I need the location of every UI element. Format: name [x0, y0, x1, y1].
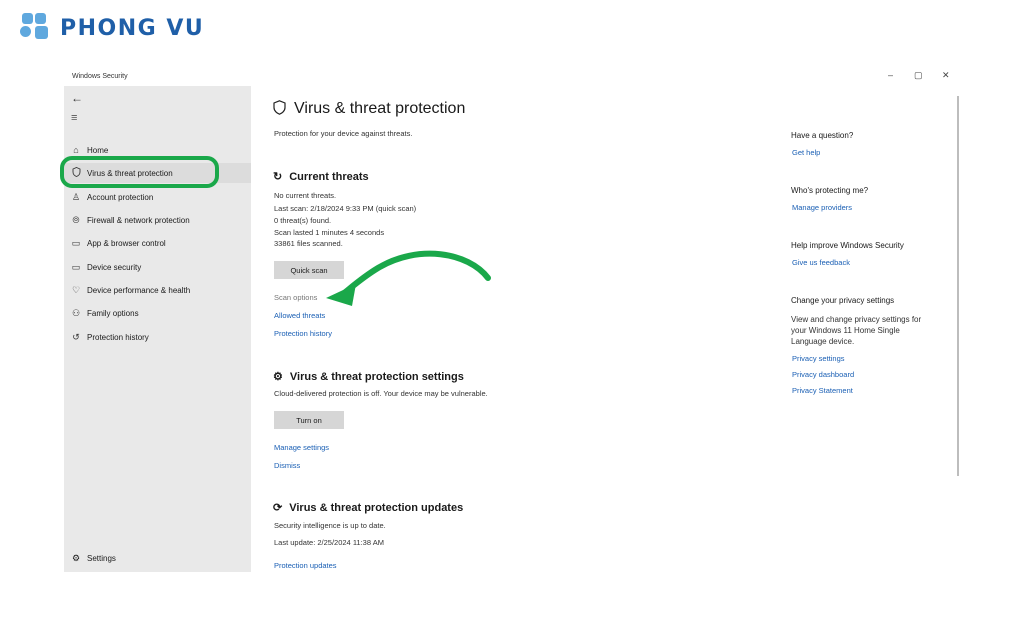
scan-duration-line: Scan lasted 1 minutes 4 seconds	[274, 228, 385, 237]
manage-settings-link[interactable]: Manage settings	[274, 443, 329, 452]
close-button[interactable]: ✕	[942, 70, 950, 81]
sidebar-item-label: Device performance & health	[87, 285, 191, 295]
sidebar-item-device-security[interactable]: ▭ Device security	[64, 257, 251, 277]
gear-icon: ⚙	[71, 552, 81, 563]
logo-mark-icon	[20, 12, 56, 46]
page-title: Virus & threat protection	[273, 100, 465, 118]
current-threats-heading: ↻ Current threats	[273, 170, 369, 184]
vertical-scrollbar[interactable]	[957, 96, 959, 476]
back-arrow-icon[interactable]: ←	[71, 91, 83, 105]
sidebar-item-label: Family options	[87, 308, 139, 318]
allowed-threats-link[interactable]: Allowed threats	[274, 311, 325, 320]
protection-updates-link[interactable]: Protection updates	[274, 561, 337, 570]
last-scan-line: Last scan: 2/18/2024 9:33 PM (quick scan…	[274, 204, 417, 213]
window-title: Windows Security	[72, 73, 128, 80]
protection-settings-heading: ⚙ Virus & threat protection settings	[273, 370, 464, 384]
shield-icon	[273, 100, 286, 118]
threats-found-line: 0 threat(s) found.	[274, 216, 332, 225]
logo-text: PHONG VU	[60, 16, 205, 41]
improve-heading: Help improve Windows Security	[791, 241, 904, 250]
home-icon: ⌂	[73, 145, 79, 155]
sidebar-item-label: Settings	[87, 553, 116, 563]
laptop-icon: ▭	[71, 261, 81, 272]
sidebar-item-label: App & browser control	[87, 238, 166, 248]
protection-updates-heading: ⟳ Virus & threat protection updates	[273, 501, 464, 515]
sidebar-item-settings[interactable]: ⚙ Settings	[64, 550, 251, 566]
sidebar-item-label: Home	[87, 145, 109, 155]
protection-updates-heading-text: Virus & threat protection updates	[289, 501, 464, 514]
sidebar-item-family-options[interactable]: ⚇ Family options	[64, 303, 251, 323]
privacy-heading: Change your privacy settings	[791, 296, 895, 305]
threat-status-line: No current threats.	[274, 191, 337, 200]
dismiss-link[interactable]: Dismiss	[274, 461, 300, 470]
heart-icon: ♡	[71, 284, 81, 295]
privacy-settings-link[interactable]: Privacy settings	[792, 354, 845, 363]
family-icon: ⚇	[71, 307, 81, 318]
restore-button[interactable]: ▢	[914, 70, 923, 81]
minimize-button[interactable]: –	[888, 70, 893, 80]
sidebar-item-label: Firewall & network protection	[87, 215, 190, 225]
privacy-statement-link[interactable]: Privacy Statement	[792, 386, 853, 395]
get-help-link[interactable]: Get help	[792, 148, 820, 157]
sidebar-item-firewall[interactable]: ⦾ Firewall & network protection	[64, 210, 251, 230]
sidebar-item-protection-history[interactable]: ↺ Protection history	[64, 327, 251, 347]
page-subtitle: Protection for your device against threa…	[274, 129, 413, 138]
current-threats-heading-text: Current threats	[289, 170, 369, 183]
sync-icon: ⟳	[273, 502, 283, 514]
sidebar-item-account-protection[interactable]: ♙ Account protection	[64, 187, 251, 207]
cloud-protection-status: Cloud-delivered protection is off. Your …	[274, 389, 488, 398]
protection-history-link[interactable]: Protection history	[274, 329, 332, 338]
privacy-description: View and change privacy settings for you…	[791, 315, 922, 346]
protection-settings-heading-text: Virus & threat protection settings	[289, 370, 464, 383]
help-heading: Have a question?	[791, 131, 854, 140]
sidebar-item-label: Device security	[87, 262, 142, 272]
highlight-annotation	[60, 156, 219, 188]
protecting-heading: Who's protecting me?	[791, 186, 869, 195]
window-icon: ▭	[71, 237, 81, 248]
gear-shield-icon: ⚙	[273, 371, 283, 383]
manage-providers-link[interactable]: Manage providers	[792, 203, 852, 212]
history-icon: ↺	[72, 331, 80, 342]
wifi-icon: ⦾	[72, 214, 80, 225]
hamburger-menu-icon[interactable]: ≡	[71, 112, 77, 124]
sidebar-item-label: Account protection	[87, 192, 154, 202]
scan-options-link[interactable]: Scan options	[274, 293, 317, 302]
sidebar-item-app-browser-control[interactable]: ▭ App & browser control	[64, 233, 251, 253]
arrow-annotation	[326, 250, 491, 306]
intelligence-status: Security intelligence is up to date.	[274, 521, 386, 530]
person-icon: ♙	[71, 191, 81, 202]
turn-on-button[interactable]: Turn on	[274, 411, 344, 429]
refresh-clock-icon: ↻	[273, 171, 283, 183]
sidebar-item-device-performance[interactable]: ♡ Device performance & health	[64, 280, 251, 300]
privacy-dashboard-link[interactable]: Privacy dashboard	[792, 370, 854, 379]
sidebar-item-label: Protection history	[87, 332, 149, 342]
page-title-text: Virus & threat protection	[294, 100, 466, 117]
give-feedback-link[interactable]: Give us feedback	[792, 258, 850, 267]
last-update-line: Last update: 2/25/2024 11:38 AM	[274, 538, 384, 547]
